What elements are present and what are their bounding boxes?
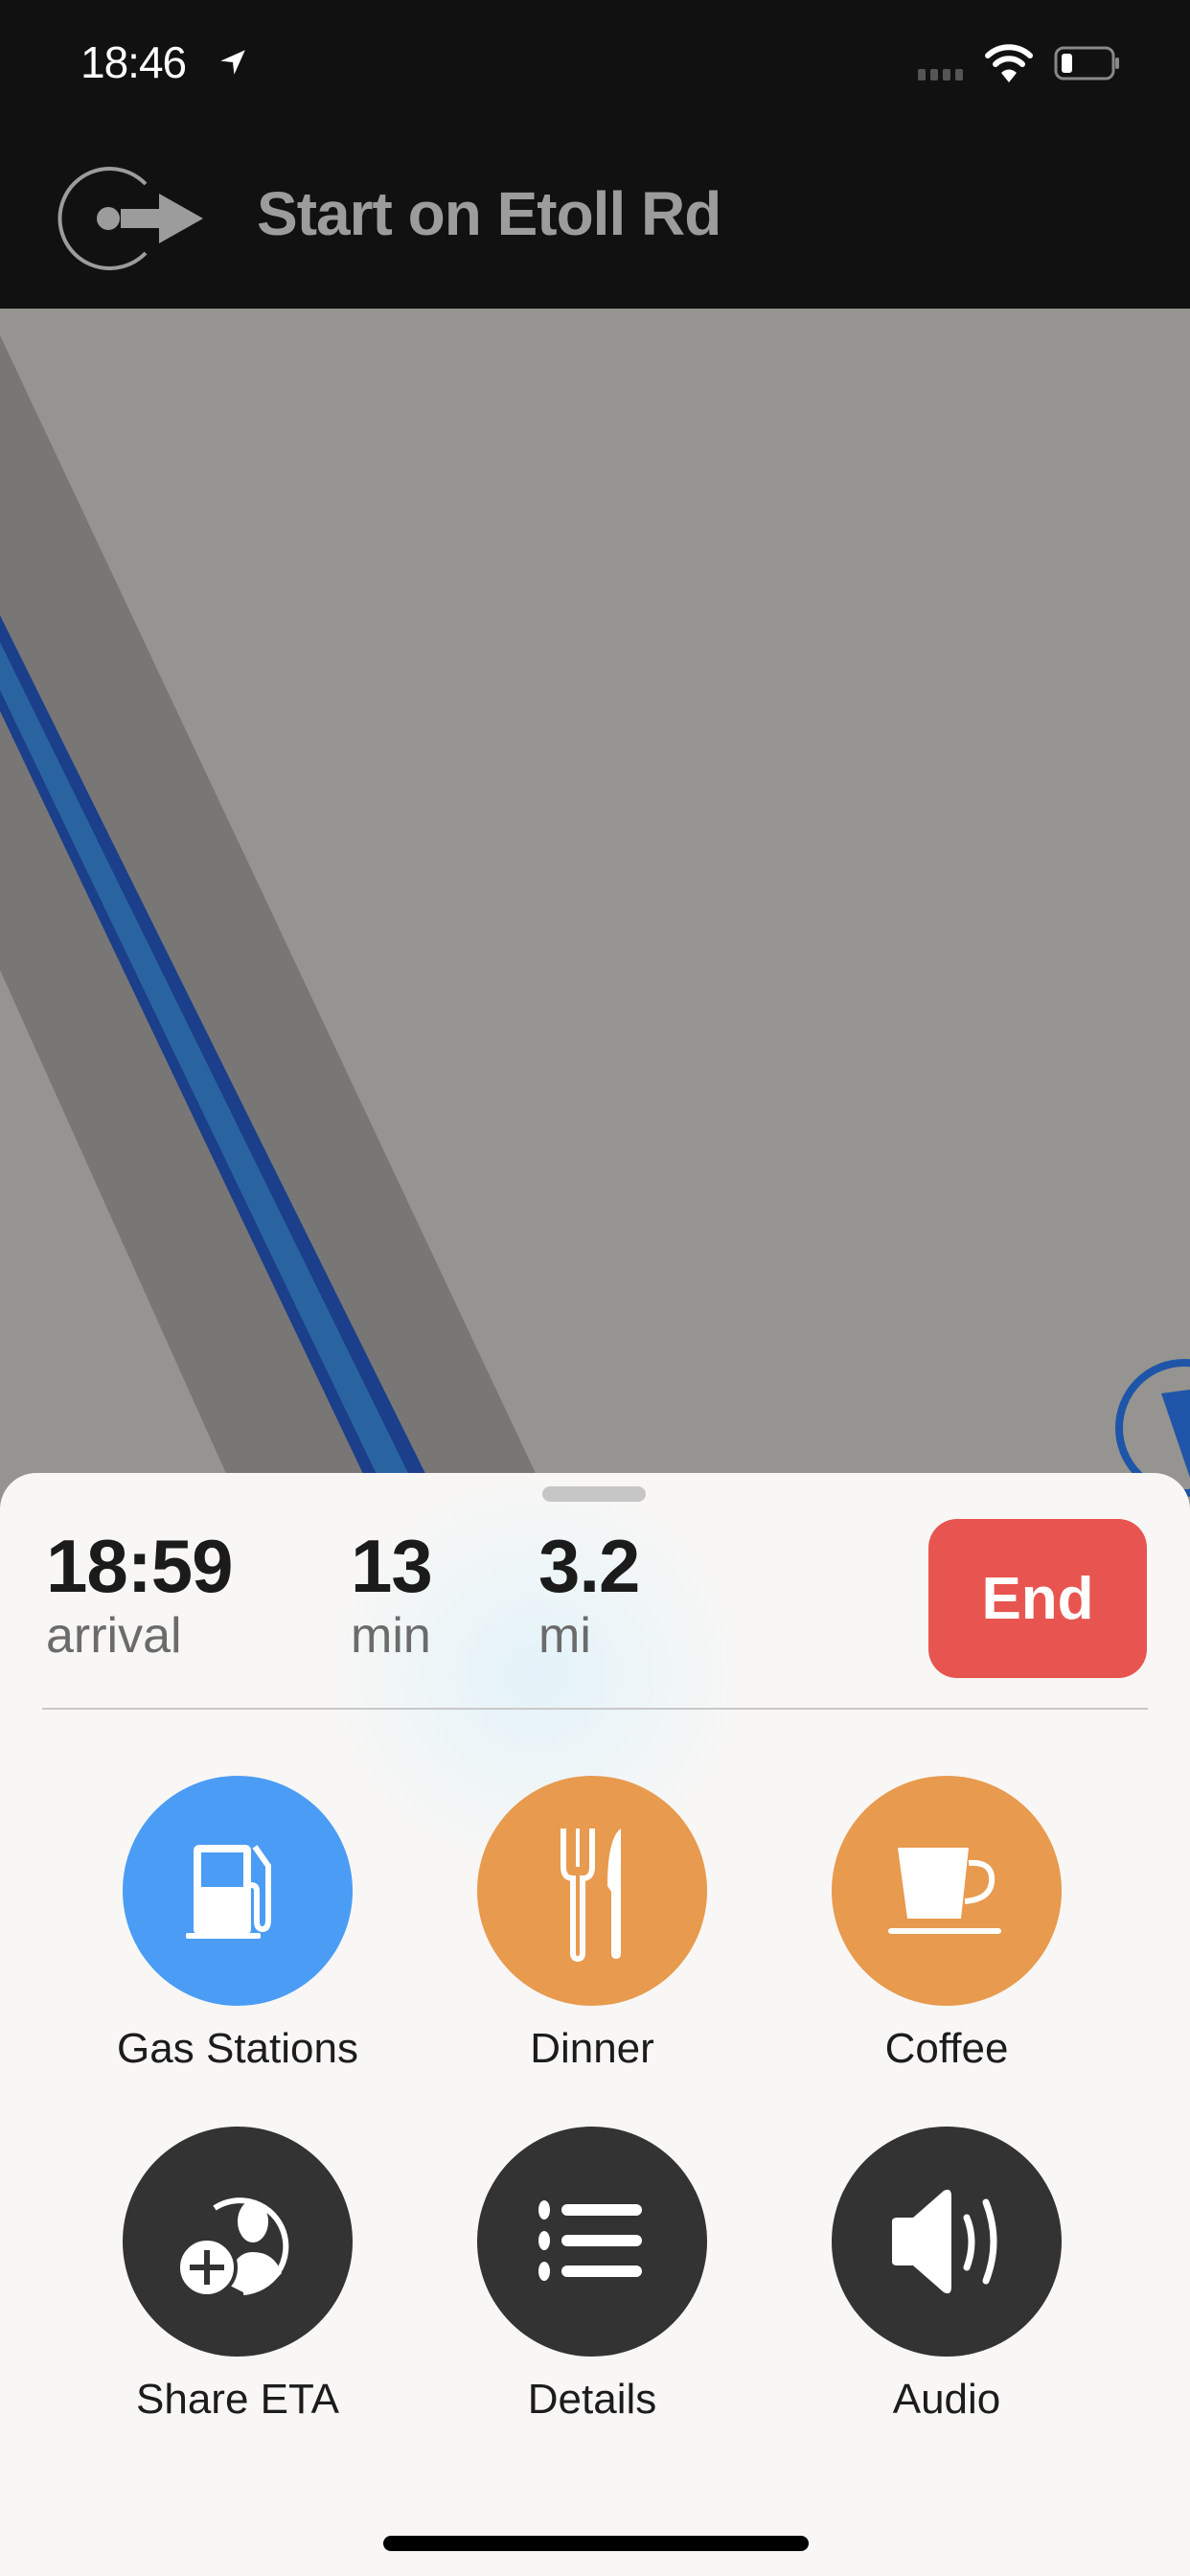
dinner-circle [477, 1776, 707, 2006]
gas-stations-button[interactable]: Gas Stations [94, 1776, 381, 2073]
coffee-label: Coffee [884, 2025, 1009, 2072]
gas-stations-circle [123, 1776, 353, 2006]
audio-button[interactable]: Audio [803, 2127, 1090, 2424]
trip-sheet: 18:59 arrival 13 min 3.2 mi End Gas Stat… [0, 1473, 1190, 2576]
location-arrow-icon [220, 50, 245, 75]
dinner-button[interactable]: Dinner [448, 1776, 736, 2073]
arrival-value: 18:59 [46, 1524, 233, 1608]
coffee-cup-icon [888, 1848, 1001, 1934]
battery-icon [1054, 46, 1119, 80]
cellular-signal-icon [918, 69, 963, 80]
coffee-button[interactable]: Coffee [803, 1776, 1090, 2073]
divider [42, 1708, 1148, 1710]
duration-value: 13 [351, 1524, 433, 1608]
turn-instruction: Start on Etoll Rd [257, 179, 721, 248]
share-eta-label: Share ETA [136, 2376, 339, 2423]
share-person-icon [176, 2197, 289, 2298]
arrival-label: arrival [46, 1608, 182, 1664]
share-eta-button[interactable]: Share ETA [94, 2127, 381, 2424]
details-button[interactable]: Details [448, 2127, 736, 2424]
duration-stat: 13 min [351, 1524, 433, 1664]
details-label: Details [527, 2376, 657, 2423]
status-time: 18:46 [80, 37, 187, 87]
start-route-icon [57, 167, 203, 270]
navigation-banner: 18:46 Start on Etoll Rd [0, 0, 1190, 309]
gas-pump-icon [186, 1845, 271, 1939]
speaker-icon [892, 2189, 997, 2294]
details-circle [477, 2127, 707, 2357]
fork-knife-icon [561, 1828, 621, 1963]
gas-stations-label: Gas Stations [117, 2025, 358, 2072]
coffee-circle [832, 1776, 1062, 2006]
wifi-icon [985, 44, 1033, 82]
distance-stat: 3.2 mi [538, 1524, 640, 1664]
end-route-button[interactable]: End [928, 1519, 1147, 1678]
list-icon [538, 2200, 642, 2281]
audio-label: Audio [892, 2376, 1001, 2423]
distance-value: 3.2 [538, 1524, 640, 1608]
audio-circle [832, 2127, 1062, 2357]
map-view[interactable] [0, 309, 1190, 1516]
home-indicator[interactable] [383, 2536, 809, 2551]
arrival-stat: 18:59 arrival [46, 1529, 233, 1664]
duration-label: min [351, 1608, 431, 1664]
sheet-grabber[interactable] [542, 1486, 646, 1502]
share-eta-circle [123, 2127, 353, 2357]
distance-label: mi [538, 1608, 591, 1664]
dinner-label: Dinner [530, 2025, 654, 2072]
